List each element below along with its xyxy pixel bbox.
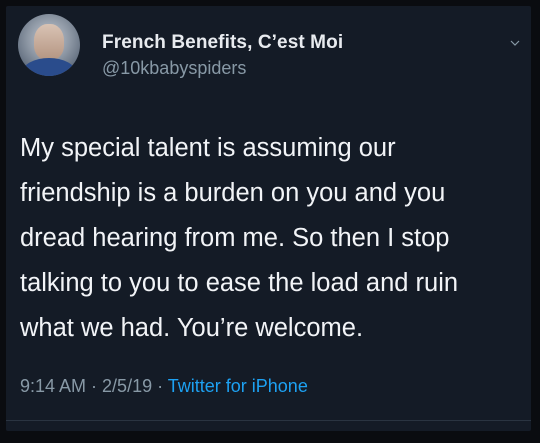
meta-separator: · <box>86 376 103 396</box>
avatar-face <box>34 24 64 60</box>
tweet-text-line: what we had. You’re welcome. <box>20 314 364 342</box>
chevron-down-icon[interactable] <box>510 38 520 48</box>
tweet-meta: 9:14 AM · 2/5/19 · Twitter for iPhone <box>20 376 308 397</box>
user-handle[interactable]: @10kbabyspiders <box>102 58 246 79</box>
tweet-date[interactable]: 2/5/19 <box>102 376 152 396</box>
avatar-shirt <box>22 58 76 76</box>
display-name[interactable]: French Benefits, C’est Moi <box>102 32 343 54</box>
tweet-source-link[interactable]: Twitter for iPhone <box>168 376 308 396</box>
tweet-text-line: talking to you to ease the load and ruin <box>20 269 459 297</box>
tweet-text: My special talent is assuming our friend… <box>20 126 520 351</box>
divider <box>6 420 531 421</box>
meta-separator: · <box>152 376 168 396</box>
tweet-time[interactable]: 9:14 AM <box>20 376 86 396</box>
tweet-text-line: friendship is a burden on you and you <box>20 179 446 207</box>
screenshot-frame: French Benefits, C’est Moi @10kbabyspide… <box>0 0 540 443</box>
avatar[interactable] <box>18 14 80 76</box>
tweet-text-line: dread hearing from me. So then I stop <box>20 224 450 252</box>
tweet-text-line: My special talent is assuming our <box>20 134 396 162</box>
